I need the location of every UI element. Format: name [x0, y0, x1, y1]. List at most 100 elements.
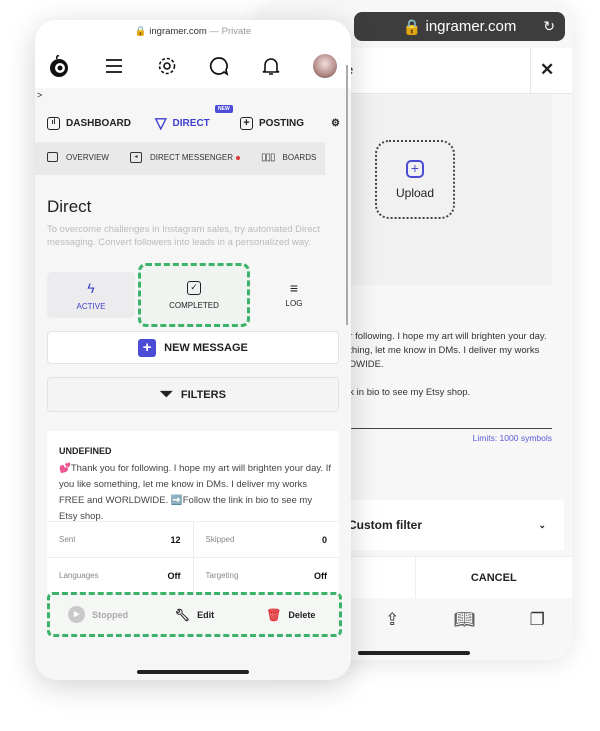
- stat-label: Sent: [59, 535, 76, 544]
- share-icon[interactable]: ⇪: [385, 610, 399, 630]
- logo-icon: [50, 55, 68, 77]
- browser-toolbar: ⇪ 📖︎ ❐: [358, 602, 572, 638]
- notification-dot: [235, 155, 240, 160]
- reload-icon[interactable]: ↻: [543, 18, 555, 35]
- chevron-down-icon: ⌄: [538, 519, 546, 530]
- stat-label: Languages: [59, 571, 99, 580]
- main-nav: ıl DASHBOARD ▽ DIRECT NEW + POSTING ⚙: [35, 105, 351, 138]
- subnav-boards[interactable]: ▯▯▯ BOARDS: [261, 152, 316, 163]
- message-line: nk in bio to see my Etsy shop.: [344, 387, 471, 398]
- nav-label: POSTING: [259, 117, 305, 129]
- upload-label: Upload: [395, 185, 435, 200]
- tab-label: LOG: [285, 298, 303, 308]
- stats-grid: Sent 12 Skipped 0 Languages Off Targeting Of…: [47, 521, 339, 594]
- gear-icon[interactable]: [157, 56, 177, 76]
- stat-label: Targeting: [205, 571, 239, 580]
- edit-label: Edit: [197, 609, 215, 620]
- bookmarks-icon[interactable]: 📖︎: [454, 610, 476, 630]
- plus-icon: +: [138, 338, 157, 357]
- status-label: Stopped: [92, 609, 129, 620]
- nav-direct[interactable]: ▽ DIRECT NEW: [155, 105, 233, 132]
- home-indicator: [358, 651, 470, 655]
- play-icon: ▶: [68, 606, 86, 623]
- nav-posting[interactable]: + POSTING: [240, 116, 305, 130]
- breadcrumb: >: [37, 90, 43, 100]
- stat-sent: Sent 12: [47, 522, 194, 557]
- stat-value: 0: [321, 534, 327, 545]
- message-line: or following. I hope my art will brighte…: [344, 331, 547, 342]
- new-badge: NEW: [215, 105, 233, 113]
- plus-icon: +: [406, 159, 424, 178]
- bell-icon[interactable]: [262, 56, 280, 76]
- boards-icon: ▯▯▯: [261, 152, 275, 163]
- subnav-overview[interactable]: OVERVIEW: [47, 152, 109, 162]
- upload-button[interactable]: + Upload: [375, 140, 455, 219]
- nav-label: DIRECT: [172, 117, 210, 129]
- message-textarea[interactable]: or following. I hope my art will brighte…: [344, 330, 564, 400]
- subnav-label: OVERVIEW: [66, 152, 109, 162]
- gear-icon[interactable]: ⚙: [331, 118, 340, 129]
- page-title: Direct: [47, 197, 92, 216]
- subnav-label: BOARDS: [282, 153, 317, 162]
- home-indicator: [137, 670, 249, 674]
- stat-value: 12: [170, 534, 181, 545]
- app-header: [35, 53, 351, 79]
- dashboard-icon: ıl: [47, 116, 60, 130]
- plus-square-icon: +: [240, 116, 253, 130]
- textarea-underline: [344, 428, 552, 429]
- subnav-direct-messenger[interactable]: ◂ DIRECT MESSENGER: [130, 152, 240, 163]
- tab-completed[interactable]: ✓ COMPLETED: [138, 263, 250, 327]
- chat-icon[interactable]: [209, 56, 229, 76]
- button-label: NEW MESSAGE: [164, 341, 248, 354]
- tab-active[interactable]: ϟ ACTIVE: [47, 272, 135, 318]
- limits-text: Limits: 1000 symbols: [472, 433, 552, 443]
- delete-label: Delete: [288, 609, 316, 620]
- delete-button[interactable]: 🗑︎ Delete: [243, 608, 339, 622]
- message-line: LDWIDE.: [344, 359, 384, 370]
- stat-targeting: Targeting Off: [194, 558, 340, 593]
- stat-value: Off: [167, 570, 181, 581]
- filters-button[interactable]: ⏷ FILTERS: [47, 377, 339, 412]
- nav-label: DASHBOARD: [66, 117, 131, 129]
- wrench-icon: 🔧︎: [174, 607, 191, 622]
- cancel-label: CANCEL: [470, 571, 517, 584]
- checkbox-icon: ✓: [187, 280, 201, 295]
- url-bar[interactable]: 🔒 ingramer.com ↻: [354, 12, 565, 41]
- edit-button[interactable]: 🔧︎ Edit: [146, 608, 242, 622]
- stat-label: Skipped: [205, 535, 235, 544]
- url-text: ingramer.com: [425, 18, 517, 35]
- button-label: FILTERS: [180, 388, 226, 401]
- subnav-label: DIRECT MESSENGER: [150, 153, 233, 162]
- avatar[interactable]: [312, 54, 337, 78]
- url-bar[interactable]: 🔒 ingramer.com — Private: [35, 26, 351, 37]
- overview-icon: [47, 152, 58, 162]
- trash-icon: 🗑︎: [266, 607, 282, 622]
- sub-nav: OVERVIEW ◂ DIRECT MESSENGER ▯▯▯ BOARDS: [35, 142, 325, 175]
- send-icon: ▽: [155, 115, 167, 132]
- front-phone: 🔒 ingramer.com — Private > ıl DASHBOARD ▽…: [35, 20, 351, 680]
- list-icon: ≡: [289, 279, 299, 296]
- url-text: ingramer.com: [149, 26, 207, 37]
- filter-label: Custom filter: [348, 518, 423, 532]
- tabs-icon[interactable]: ❐: [530, 610, 545, 630]
- tab-log[interactable]: ≡ LOG: [250, 272, 338, 318]
- card-title: UNDEFINED: [59, 446, 112, 456]
- page-description: To overcome challenges in Instagram sale…: [47, 224, 320, 248]
- custom-filter-select[interactable]: Custom filter ⌄: [344, 500, 564, 550]
- close-icon[interactable]: ✕: [540, 60, 554, 80]
- stopped-toggle[interactable]: ▶ Stopped: [50, 606, 146, 623]
- menu-icon[interactable]: [104, 58, 124, 74]
- message-line: ething, let me know in DMs. I deliver my…: [344, 345, 540, 356]
- stat-skipped: Skipped 0: [194, 522, 340, 557]
- tab-label: COMPLETED: [169, 300, 219, 310]
- new-message-button[interactable]: + NEW MESSAGE: [47, 331, 339, 364]
- stat-value: Off: [314, 570, 327, 581]
- nav-dashboard[interactable]: ıl DASHBOARD: [47, 116, 131, 130]
- funnel-icon: ⏷: [160, 385, 173, 403]
- divider: [530, 48, 531, 94]
- private-label: — Private: [209, 26, 252, 37]
- messenger-icon: ◂: [130, 152, 142, 163]
- lightning-icon: ϟ: [87, 279, 95, 296]
- scrollbar[interactable]: [346, 65, 348, 325]
- cancel-button[interactable]: CANCEL: [416, 557, 573, 598]
